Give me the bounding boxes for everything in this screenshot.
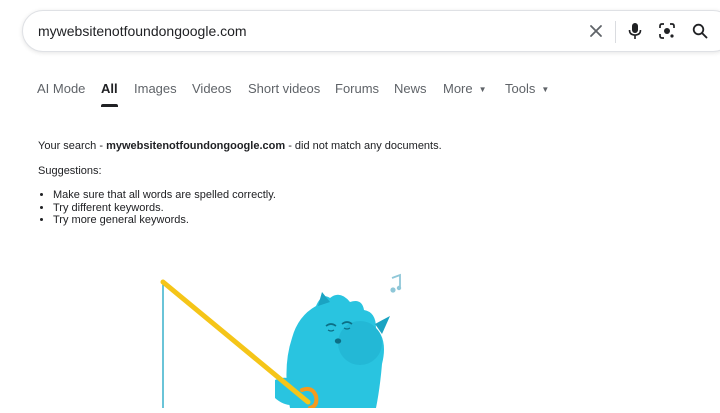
tab-images[interactable]: Images — [134, 80, 177, 98]
microphone-icon[interactable] — [624, 20, 646, 42]
tab-short-videos[interactable]: Short videos — [248, 80, 320, 98]
tab-ai-mode[interactable]: AI Mode — [37, 80, 85, 98]
search-box[interactable] — [22, 10, 720, 52]
caret-down-icon: ▼ — [478, 84, 487, 94]
suggestion-item: Try more general keywords. — [53, 214, 678, 227]
tab-label: News — [394, 81, 427, 96]
no-results-prefix: Your search - — [38, 140, 107, 152]
search-icon[interactable] — [689, 20, 711, 42]
tab-label: All — [101, 81, 118, 96]
fishing-creature-illustration — [150, 268, 420, 413]
tab-more[interactable]: More ▼ — [443, 80, 487, 99]
caret-down-icon: ▼ — [541, 84, 550, 94]
tab-label: Short videos — [248, 81, 321, 96]
tab-videos[interactable]: Videos — [192, 80, 232, 98]
camera-lens-icon[interactable] — [656, 20, 678, 42]
close-icon[interactable] — [585, 20, 607, 42]
tab-label: Forums — [335, 81, 380, 96]
search-divider — [615, 21, 616, 43]
no-results-suffix: - did not match any documents. — [285, 140, 442, 152]
suggestion-item: Make sure that all words are spelled cor… — [53, 189, 678, 202]
tab-label: Videos — [192, 81, 232, 96]
tab-news[interactable]: News — [394, 80, 427, 98]
active-tab-indicator — [101, 104, 118, 107]
tab-label: AI Mode — [37, 81, 86, 96]
tab-tools[interactable]: Tools ▼ — [505, 80, 549, 99]
tab-label: Tools — [505, 81, 536, 96]
tab-label: Images — [134, 81, 177, 96]
search-input[interactable] — [38, 11, 558, 51]
music-note-icon — [390, 273, 402, 293]
tab-label: More — [443, 81, 473, 96]
no-results-message: Your search - mywebsitenotfoundongoogle.… — [38, 139, 678, 227]
suggestions-list: Make sure that all words are spelled cor… — [38, 189, 678, 227]
tab-all[interactable]: All — [101, 80, 118, 107]
tab-forums[interactable]: Forums — [335, 80, 379, 98]
no-results-line: Your search - mywebsitenotfoundongoogle.… — [38, 139, 678, 153]
suggestion-item: Try different keywords. — [53, 202, 678, 215]
suggestions-label: Suggestions: — [38, 165, 102, 177]
no-results-query: mywebsitenotfoundongoogle.com — [106, 140, 286, 152]
